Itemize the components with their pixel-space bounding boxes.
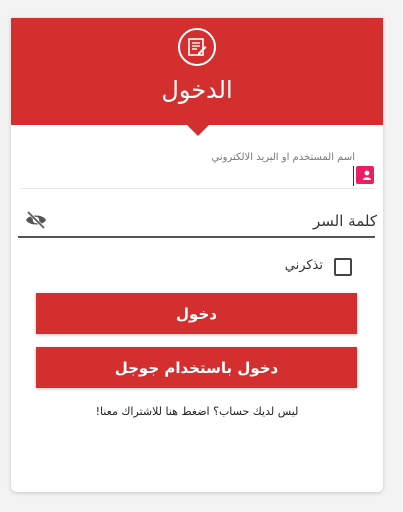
login-button[interactable]: دخول xyxy=(36,293,357,334)
eye-off-icon[interactable] xyxy=(25,210,47,230)
login-header: الدخول xyxy=(11,18,383,125)
remember-checkbox[interactable] xyxy=(334,258,352,276)
user-badge-icon xyxy=(356,166,374,184)
username-label: اسم المستخدم او البريد الالكتروني xyxy=(211,152,355,163)
login-card: الدخول اسم المستخدم او البريد الالكتروني… xyxy=(11,18,383,492)
form-edit-icon xyxy=(178,28,216,66)
username-underline xyxy=(21,188,375,189)
signup-link[interactable]: ليس لديك حساب؟ اضغط هنا للاشتراك معنا! xyxy=(11,405,383,418)
remember-label: تذكرني xyxy=(284,258,323,273)
header-pointer xyxy=(186,124,210,136)
password-input[interactable] xyxy=(55,208,379,234)
page-title: الدخول xyxy=(161,76,233,104)
google-login-button[interactable]: دخول باستخدام جوجل xyxy=(36,347,357,388)
username-input[interactable] xyxy=(21,166,350,190)
password-underline xyxy=(18,236,375,238)
text-cursor xyxy=(353,166,354,186)
